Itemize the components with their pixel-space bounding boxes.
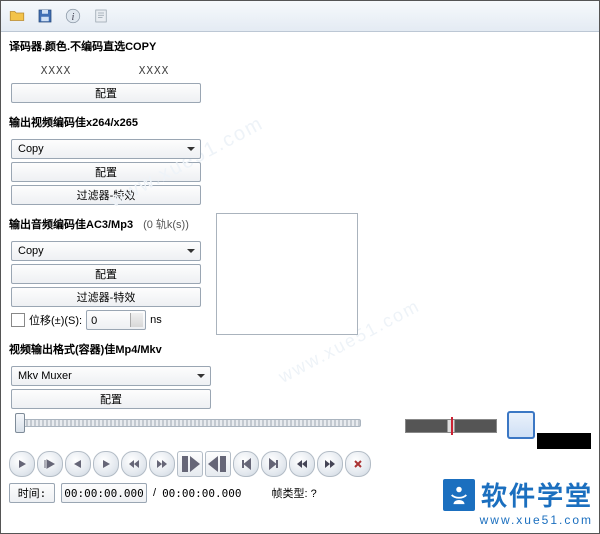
- delete-button[interactable]: [345, 451, 371, 477]
- decoder-config-button[interactable]: 配置: [11, 83, 201, 103]
- video-codec-select[interactable]: Copy: [11, 139, 201, 159]
- brand: 软件学堂 www.xue51.com: [393, 476, 593, 527]
- time-label: 时间:: [9, 483, 55, 503]
- decoder-title: 译码器.颜色.不编码直选COPY: [1, 32, 599, 58]
- container-config-button[interactable]: 配置: [11, 389, 211, 409]
- rewind-button[interactable]: [121, 451, 147, 477]
- container-value: Mkv Muxer: [18, 366, 72, 386]
- next-black-button[interactable]: [317, 451, 343, 477]
- video-enc-title: 输出视频编码佳x264/x265: [1, 108, 599, 134]
- frame-type-label: 帧类型: ?: [272, 485, 317, 501]
- timeline-slider[interactable]: [9, 411, 369, 435]
- prev-frame-button[interactable]: [65, 451, 91, 477]
- col2-label: XXXX: [109, 64, 199, 77]
- brand-logo-icon: [443, 479, 475, 511]
- audio-enc-title: 输出音频编码佳AC3/Mp3: [9, 216, 133, 232]
- status-row: 时间: 00:00:00.000 / 00:00:00.000 帧类型: ?: [9, 483, 317, 503]
- next-frame-button[interactable]: [93, 451, 119, 477]
- save-icon[interactable]: [33, 4, 57, 28]
- last-kf-button[interactable]: [261, 451, 287, 477]
- brand-url: www.xue51.com: [393, 513, 593, 527]
- brand-name: 软件学堂: [481, 476, 593, 513]
- video-codec-value: Copy: [18, 139, 44, 159]
- audio-tracks-count: (0 轨k(s)): [143, 216, 189, 232]
- time-sep: /: [153, 487, 156, 499]
- shift-label: 位移(±)(S):: [29, 312, 82, 328]
- first-kf-button[interactable]: [233, 451, 259, 477]
- audio-filter-button[interactable]: 过滤器-特效: [11, 287, 201, 307]
- prev-black-button[interactable]: [289, 451, 315, 477]
- video-filter-button[interactable]: 过滤器-特效: [11, 185, 201, 205]
- audio-codec-value: Copy: [18, 241, 44, 261]
- play-button[interactable]: [9, 451, 35, 477]
- marker-a-button[interactable]: [177, 451, 203, 477]
- shift-checkbox[interactable]: [11, 313, 25, 327]
- shift-value-input[interactable]: 0: [86, 310, 146, 330]
- main-toolbar: i: [1, 1, 599, 32]
- script-icon[interactable]: [89, 4, 113, 28]
- svg-text:i: i: [72, 12, 75, 23]
- container-title: 视频输出格式(容器)佳Mp4/Mkv: [1, 335, 599, 361]
- black-indicator: [537, 433, 591, 449]
- stop-button[interactable]: [37, 451, 63, 477]
- timeline-track: [17, 419, 361, 427]
- folder-icon[interactable]: [5, 4, 29, 28]
- transport-controls: [9, 451, 371, 477]
- container-select[interactable]: Mkv Muxer: [11, 366, 211, 386]
- col1-label: XXXX: [11, 64, 101, 77]
- time-current-input[interactable]: 00:00:00.000: [61, 483, 147, 503]
- audio-config-button[interactable]: 配置: [11, 264, 201, 284]
- timeline-handle[interactable]: [15, 413, 25, 433]
- shift-unit: ns: [150, 314, 162, 326]
- jog-center-mark: [451, 417, 453, 435]
- preview-area: [216, 213, 358, 335]
- video-config-button[interactable]: 配置: [11, 162, 201, 182]
- info-icon[interactable]: i: [61, 4, 85, 28]
- loop-button[interactable]: [507, 411, 535, 439]
- audio-codec-select[interactable]: Copy: [11, 241, 201, 261]
- jog-slider[interactable]: [403, 417, 499, 435]
- forward-button[interactable]: [149, 451, 175, 477]
- marker-b-button[interactable]: [205, 451, 231, 477]
- time-total: 00:00:00.000: [162, 487, 241, 500]
